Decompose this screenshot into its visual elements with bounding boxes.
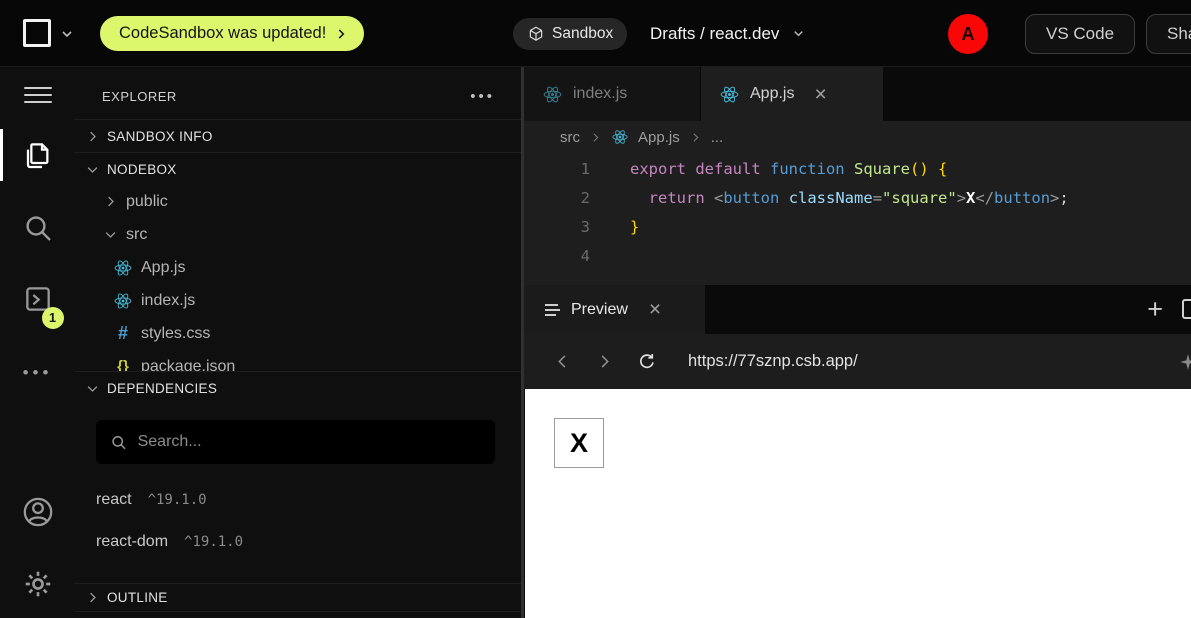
chevron-down-icon xyxy=(103,227,118,242)
breadcrumb-file[interactable]: App.js xyxy=(638,129,680,146)
dependency-search-input[interactable] xyxy=(138,433,481,451)
breadcrumb-symbol[interactable]: ... xyxy=(711,129,724,146)
files-icon[interactable] xyxy=(0,131,75,179)
close-tab-icon[interactable]: × xyxy=(814,84,826,105)
tab-app-js[interactable]: App.js × xyxy=(701,67,883,121)
tab-index-js[interactable]: index.js xyxy=(524,67,701,121)
cube-icon xyxy=(527,25,545,43)
dependency-react-dom[interactable]: react-dom ^19.1.0 xyxy=(75,525,521,559)
code-text: } xyxy=(590,213,639,242)
code-lines: 1export default function Square() {2 ret… xyxy=(524,155,1191,271)
editor-preview-pane: index.js App.js × src App.js ... 1export… xyxy=(521,67,1191,618)
dependency-react[interactable]: react ^19.1.0 xyxy=(75,483,521,517)
chevron-right-icon xyxy=(85,129,100,144)
section-nodebox[interactable]: NODEBOX xyxy=(75,152,521,185)
new-tab-icon[interactable]: + xyxy=(1147,285,1163,334)
file-styles-css[interactable]: # styles.css xyxy=(75,317,521,350)
chevron-right-icon xyxy=(589,131,602,144)
preview-iframe: X xyxy=(524,389,1191,618)
terminal-icon[interactable]: 1 xyxy=(0,277,75,325)
codesandbox-window: CodeSandbox was updated! Sandbox Drafts … xyxy=(0,0,1191,618)
settings-gear-icon[interactable] xyxy=(0,560,75,608)
chevron-down-icon[interactable] xyxy=(59,26,75,42)
code-editor[interactable]: 1export default function Square() {2 ret… xyxy=(524,153,1191,285)
folder-public[interactable]: public xyxy=(75,185,521,218)
terminal-badge: 1 xyxy=(42,307,64,329)
chevron-right-icon xyxy=(334,27,348,41)
share-button[interactable]: Sha xyxy=(1146,14,1191,54)
file-index-js[interactable]: index.js xyxy=(75,284,521,317)
top-bar: CodeSandbox was updated! Sandbox Drafts … xyxy=(0,0,1191,67)
chevron-down-icon xyxy=(85,381,100,396)
file-package-json[interactable]: {} package.json xyxy=(75,350,521,371)
code-line[interactable]: 2 return <button className="square">X</b… xyxy=(524,184,1191,213)
square-button[interactable]: X xyxy=(554,418,604,468)
clipped-row: {} package.json xyxy=(75,350,521,371)
search-icon[interactable] xyxy=(0,204,75,252)
chevron-right-icon xyxy=(103,194,118,209)
avatar[interactable]: A xyxy=(948,14,988,54)
code-line[interactable]: 4 xyxy=(524,242,1191,271)
account-icon[interactable] xyxy=(0,488,75,536)
json-icon: {} xyxy=(113,358,133,371)
forward-icon[interactable] xyxy=(590,348,618,376)
code-text xyxy=(590,242,630,271)
popout-icon[interactable] xyxy=(1182,299,1191,319)
code-text: export default function Square() { xyxy=(590,155,947,184)
close-preview-icon[interactable]: × xyxy=(649,299,661,320)
sparkle-icon[interactable] xyxy=(1178,352,1191,372)
project-breadcrumb-label: Drafts / react.dev xyxy=(650,24,779,44)
vscode-button[interactable]: VS Code xyxy=(1025,14,1135,54)
css-icon: # xyxy=(113,323,133,344)
editor-breadcrumb: src App.js ... xyxy=(524,121,1191,153)
dependency-search xyxy=(96,420,495,464)
project-breadcrumb[interactable]: Drafts / react.dev xyxy=(650,0,806,67)
editor-tab-strip: index.js App.js × xyxy=(524,67,1191,121)
react-icon xyxy=(542,84,563,105)
main-area: 1 ••• EXPLORER ••• xyxy=(0,67,1191,618)
breadcrumb-src[interactable]: src xyxy=(560,129,580,146)
chevron-down-icon xyxy=(85,162,100,177)
search-icon xyxy=(110,433,128,452)
url-input[interactable]: https://77sznp.csb.app/ xyxy=(688,352,858,371)
section-outline[interactable]: OUTLINE xyxy=(75,583,521,612)
explorer-panel: EXPLORER ••• SANDBOX INFO NODEBOX public… xyxy=(75,67,521,618)
activity-bar: 1 ••• xyxy=(0,67,75,618)
section-dependencies[interactable]: DEPENDENCIES xyxy=(75,371,521,404)
chevron-right-icon xyxy=(689,131,702,144)
update-banner-label: CodeSandbox was updated! xyxy=(119,24,326,43)
line-number: 2 xyxy=(524,184,590,213)
sandbox-type-badge[interactable]: Sandbox xyxy=(513,18,627,50)
update-banner-button[interactable]: CodeSandbox was updated! xyxy=(100,16,364,51)
code-text: return <button className="square">X</but… xyxy=(590,184,1069,213)
line-number: 1 xyxy=(524,155,590,184)
code-line[interactable]: 3} xyxy=(524,213,1191,242)
explorer-title: EXPLORER xyxy=(102,89,177,104)
chevron-down-icon xyxy=(791,26,806,41)
react-icon xyxy=(719,84,740,105)
react-icon xyxy=(113,291,133,311)
chevron-right-icon xyxy=(85,590,100,605)
line-number: 3 xyxy=(524,213,590,242)
sandbox-badge-label: Sandbox xyxy=(552,25,613,43)
file-app-js[interactable]: App.js xyxy=(75,251,521,284)
react-icon xyxy=(113,258,133,278)
tab-preview[interactable]: Preview × xyxy=(524,285,705,334)
back-icon[interactable] xyxy=(548,348,576,376)
code-line[interactable]: 1export default function Square() { xyxy=(524,155,1191,184)
refresh-icon[interactable] xyxy=(632,348,660,376)
section-sandbox-info[interactable]: SANDBOX INFO xyxy=(75,119,521,152)
menu-icon[interactable] xyxy=(0,71,75,119)
codesandbox-logo[interactable] xyxy=(23,19,51,47)
preview-url-bar: https://77sznp.csb.app/ xyxy=(524,334,1191,389)
preview-tab-strip: Preview × + xyxy=(524,285,1191,334)
copy-pages-icon xyxy=(22,139,54,171)
more-icon[interactable]: ••• xyxy=(0,349,75,397)
react-icon xyxy=(611,128,629,146)
preview-list-icon xyxy=(545,301,560,319)
line-number: 4 xyxy=(524,242,590,271)
folder-src[interactable]: src xyxy=(75,218,521,251)
explorer-more-icon[interactable]: ••• xyxy=(470,88,495,105)
